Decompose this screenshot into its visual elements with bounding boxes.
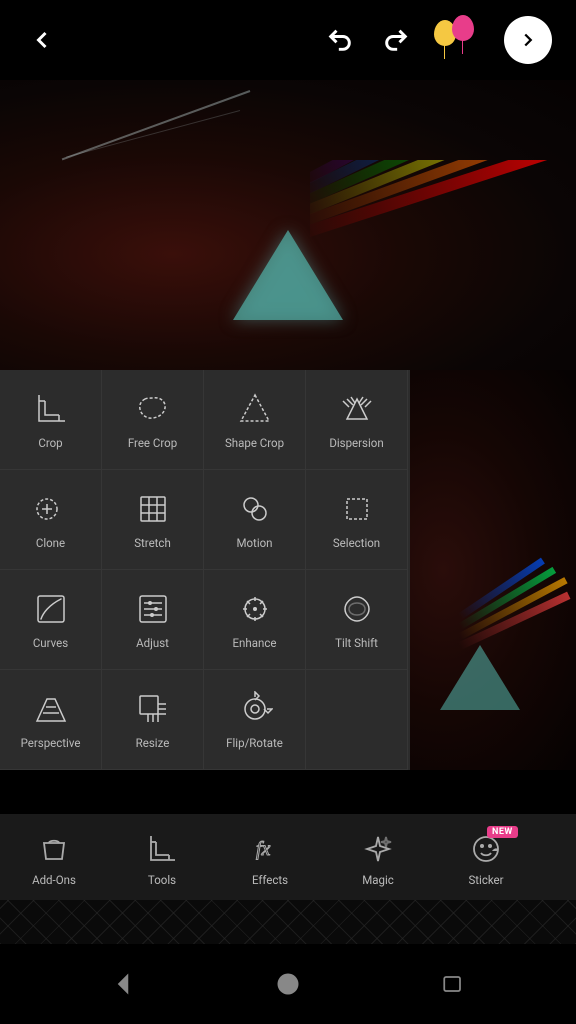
tools-panel: Crop Free Crop Shape Crop [0, 370, 410, 770]
tool-crop[interactable]: Crop [0, 370, 102, 470]
motion-label: Motion [236, 537, 272, 551]
tilt-shift-label: Tilt Shift [335, 637, 378, 651]
stretch-label: Stretch [134, 537, 171, 551]
tool-perspective[interactable]: Perspective [0, 670, 102, 770]
tools-label: Tools [148, 874, 176, 888]
selection-label: Selection [333, 537, 380, 551]
bottom-tool-sticker[interactable]: NEW Sticker [432, 822, 540, 896]
tool-dispersion[interactable]: Dispersion [306, 370, 408, 470]
flip-rotate-icon [235, 689, 275, 729]
selection-icon [337, 489, 377, 529]
dispersion-icon [337, 389, 377, 429]
new-badge: NEW [487, 826, 518, 838]
system-nav [0, 944, 576, 1024]
perspective-icon [31, 689, 71, 729]
effects-label: Effects [252, 874, 288, 888]
crop-label: Crop [38, 437, 62, 451]
sticker-label: Sticker [468, 874, 503, 888]
stretch-icon [133, 489, 173, 529]
redo-button[interactable] [378, 22, 414, 58]
next-button[interactable] [504, 16, 552, 64]
shape-crop-label: Shape Crop [225, 437, 284, 451]
recents-system-button[interactable] [433, 964, 473, 1004]
tool-clone[interactable]: Clone [0, 470, 102, 570]
tool-motion[interactable]: Motion [204, 470, 306, 570]
motion-icon [235, 489, 275, 529]
clone-icon [31, 489, 71, 529]
image-canvas [0, 80, 576, 370]
bottom-tool-magic[interactable]: Magic [324, 822, 432, 896]
tool-adjust[interactable]: Adjust [102, 570, 204, 670]
bottom-tool-addons[interactable]: Add-Ons [0, 822, 108, 896]
tool-shape-crop[interactable]: Shape Crop [204, 370, 306, 470]
bottom-toolbar: Add-Ons Tools fx Effects Magic [0, 814, 576, 904]
tool-resize[interactable]: Resize [102, 670, 204, 770]
perspective-label: Perspective [21, 737, 81, 751]
magic-label: Magic [362, 874, 394, 888]
tool-selection[interactable]: Selection [306, 470, 408, 570]
tools-grid: Crop Free Crop Shape Crop [0, 370, 410, 770]
pattern-strip [0, 900, 576, 944]
bottom-tool-effects[interactable]: fx Effects [216, 822, 324, 896]
crop-icon [31, 389, 71, 429]
adjust-icon [133, 589, 173, 629]
clone-label: Clone [36, 537, 65, 551]
resize-label: Resize [136, 737, 170, 751]
addons-label: Add-Ons [32, 874, 76, 888]
home-system-button[interactable] [268, 964, 308, 1004]
tool-flip-rotate[interactable]: Flip/Rotate [204, 670, 306, 770]
enhance-label: Enhance [233, 637, 277, 651]
tool-enhance[interactable]: Enhance [204, 570, 306, 670]
bottom-tool-tools[interactable]: Tools [108, 822, 216, 896]
back-system-button[interactable] [103, 964, 143, 1004]
sparkle-icon [359, 830, 397, 868]
top-bar [0, 0, 576, 80]
free-crop-label: Free Crop [128, 437, 177, 451]
resize-icon [133, 689, 173, 729]
tilt-shift-icon [337, 589, 377, 629]
crop-tool-icon [143, 830, 181, 868]
svg-text:fx: fx [256, 838, 271, 860]
curves-icon [31, 589, 71, 629]
dispersion-label: Dispersion [329, 437, 383, 451]
tool-curves[interactable]: Curves [0, 570, 102, 670]
image-right-section [410, 370, 576, 770]
tool-free-crop[interactable]: Free Crop [102, 370, 204, 470]
undo-button[interactable] [322, 22, 358, 58]
curves-label: Curves [33, 637, 68, 651]
adjust-label: Adjust [136, 637, 169, 651]
flip-rotate-label: Flip/Rotate [226, 737, 283, 751]
bag-icon [35, 830, 73, 868]
shape-crop-icon [235, 389, 275, 429]
free-crop-icon [133, 389, 173, 429]
tool-empty [306, 670, 408, 770]
enhance-icon [235, 589, 275, 629]
bottom-tool-cutout[interactable]: Cuto... [540, 822, 576, 896]
tool-stretch[interactable]: Stretch [102, 470, 204, 570]
tool-tilt-shift[interactable]: Tilt Shift [306, 570, 408, 670]
fx-icon: fx [251, 830, 289, 868]
balloon-decoration [434, 15, 484, 65]
back-button[interactable] [24, 22, 60, 58]
